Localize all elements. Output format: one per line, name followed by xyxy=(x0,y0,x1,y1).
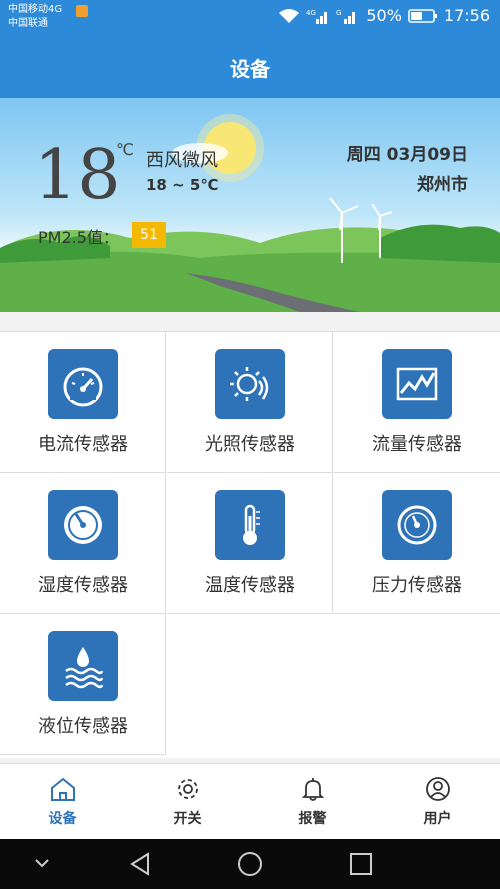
app-bar: 设备 xyxy=(0,36,500,98)
nav-tab-user[interactable]: 用户 xyxy=(375,764,500,840)
pressure-gauge-icon xyxy=(382,490,452,560)
water-level-icon xyxy=(48,631,118,701)
weather-banner: 18 ℃ 西风微风 18 ~ 5℃ 周四 03月09日 郑州市 PM2.5值： … xyxy=(0,98,500,312)
wifi-icon xyxy=(279,8,300,23)
sensor-tile-light[interactable]: 光照传感器 xyxy=(167,332,333,473)
clock: 17:56 xyxy=(443,6,490,25)
sensor-label: 液位传感器 xyxy=(38,716,128,737)
carrier-info: 中国移动4G 中国联通 xyxy=(8,3,62,31)
nav-tab-devices[interactable]: 设备 xyxy=(0,764,125,840)
nav-label: 设备 xyxy=(48,811,77,827)
dial-icon xyxy=(48,490,118,560)
line-chart-icon xyxy=(382,349,452,419)
sensor-grid: 电流传感器 光照传感器 流量传感器 湿度传感器 温度传感器 压力传感器 液位传感… xyxy=(0,331,500,758)
temperature-range: 18 ~ 5℃ xyxy=(146,176,219,194)
sensor-label: 压力传感器 xyxy=(372,575,462,596)
wind-description: 西风微风 xyxy=(146,150,218,171)
nav-tab-alarms[interactable]: 报警 xyxy=(250,764,375,840)
nav-label: 报警 xyxy=(298,811,327,827)
user-icon xyxy=(425,777,450,801)
bell-icon xyxy=(301,778,324,801)
recents-icon[interactable] xyxy=(349,852,373,876)
pm25-value-badge: 51 xyxy=(132,222,166,248)
current-temperature: 18 xyxy=(34,136,121,215)
weather-date: 周四 03月09日 xyxy=(346,145,468,165)
status-right: 4G G 50% 17:56 xyxy=(278,6,490,25)
status-bar: 中国移动4G 中国联通 4G G 50% 17:56 xyxy=(0,0,500,36)
sensor-label: 温度传感器 xyxy=(205,575,295,596)
chevron-down-icon[interactable] xyxy=(34,857,50,869)
sensor-label: 湿度传感器 xyxy=(38,575,128,596)
sensor-tile-humidity[interactable]: 湿度传感器 xyxy=(0,473,166,614)
sensor-tile-level[interactable]: 液位传感器 xyxy=(0,614,166,755)
carrier-2: 中国联通 xyxy=(8,18,48,29)
notification-icon xyxy=(76,5,88,17)
pm25-label: PM2.5值： xyxy=(38,228,119,247)
svg-text:G: G xyxy=(336,9,341,17)
svg-text:4G: 4G xyxy=(306,9,316,17)
gear-icon xyxy=(177,779,198,799)
battery-icon xyxy=(408,8,437,23)
gauge-icon xyxy=(48,349,118,419)
home-icon xyxy=(50,777,75,801)
nav-tab-switches[interactable]: 开关 xyxy=(125,764,250,840)
sensor-tile-current[interactable]: 电流传感器 xyxy=(0,332,166,473)
sensor-label: 光照传感器 xyxy=(205,434,295,455)
sensor-label: 流量传感器 xyxy=(372,434,462,455)
nav-label: 用户 xyxy=(423,811,452,827)
signal-g-icon: G xyxy=(336,9,356,24)
temperature-unit: ℃ xyxy=(116,140,134,159)
sun-icon xyxy=(215,349,285,419)
sensor-tile-flow[interactable]: 流量传感器 xyxy=(334,332,500,473)
page-title: 设备 xyxy=(230,56,270,81)
signal-4g-icon: 4G xyxy=(306,9,328,24)
battery-percent: 50% xyxy=(366,6,402,25)
weather-city: 郑州市 xyxy=(417,175,468,195)
sensor-tile-pressure[interactable]: 压力传感器 xyxy=(334,473,500,614)
thermometer-icon xyxy=(215,490,285,560)
sensor-tile-temperature[interactable]: 温度传感器 xyxy=(167,473,333,614)
system-nav-bar xyxy=(0,839,500,889)
bottom-navigation: 设备 开关 报警 用户 xyxy=(0,763,500,840)
carrier-1: 中国移动4G xyxy=(8,4,63,15)
nav-label: 开关 xyxy=(173,811,202,827)
home-circle-icon[interactable] xyxy=(237,851,263,877)
sensor-label: 电流传感器 xyxy=(38,434,128,455)
back-icon[interactable] xyxy=(128,852,152,876)
